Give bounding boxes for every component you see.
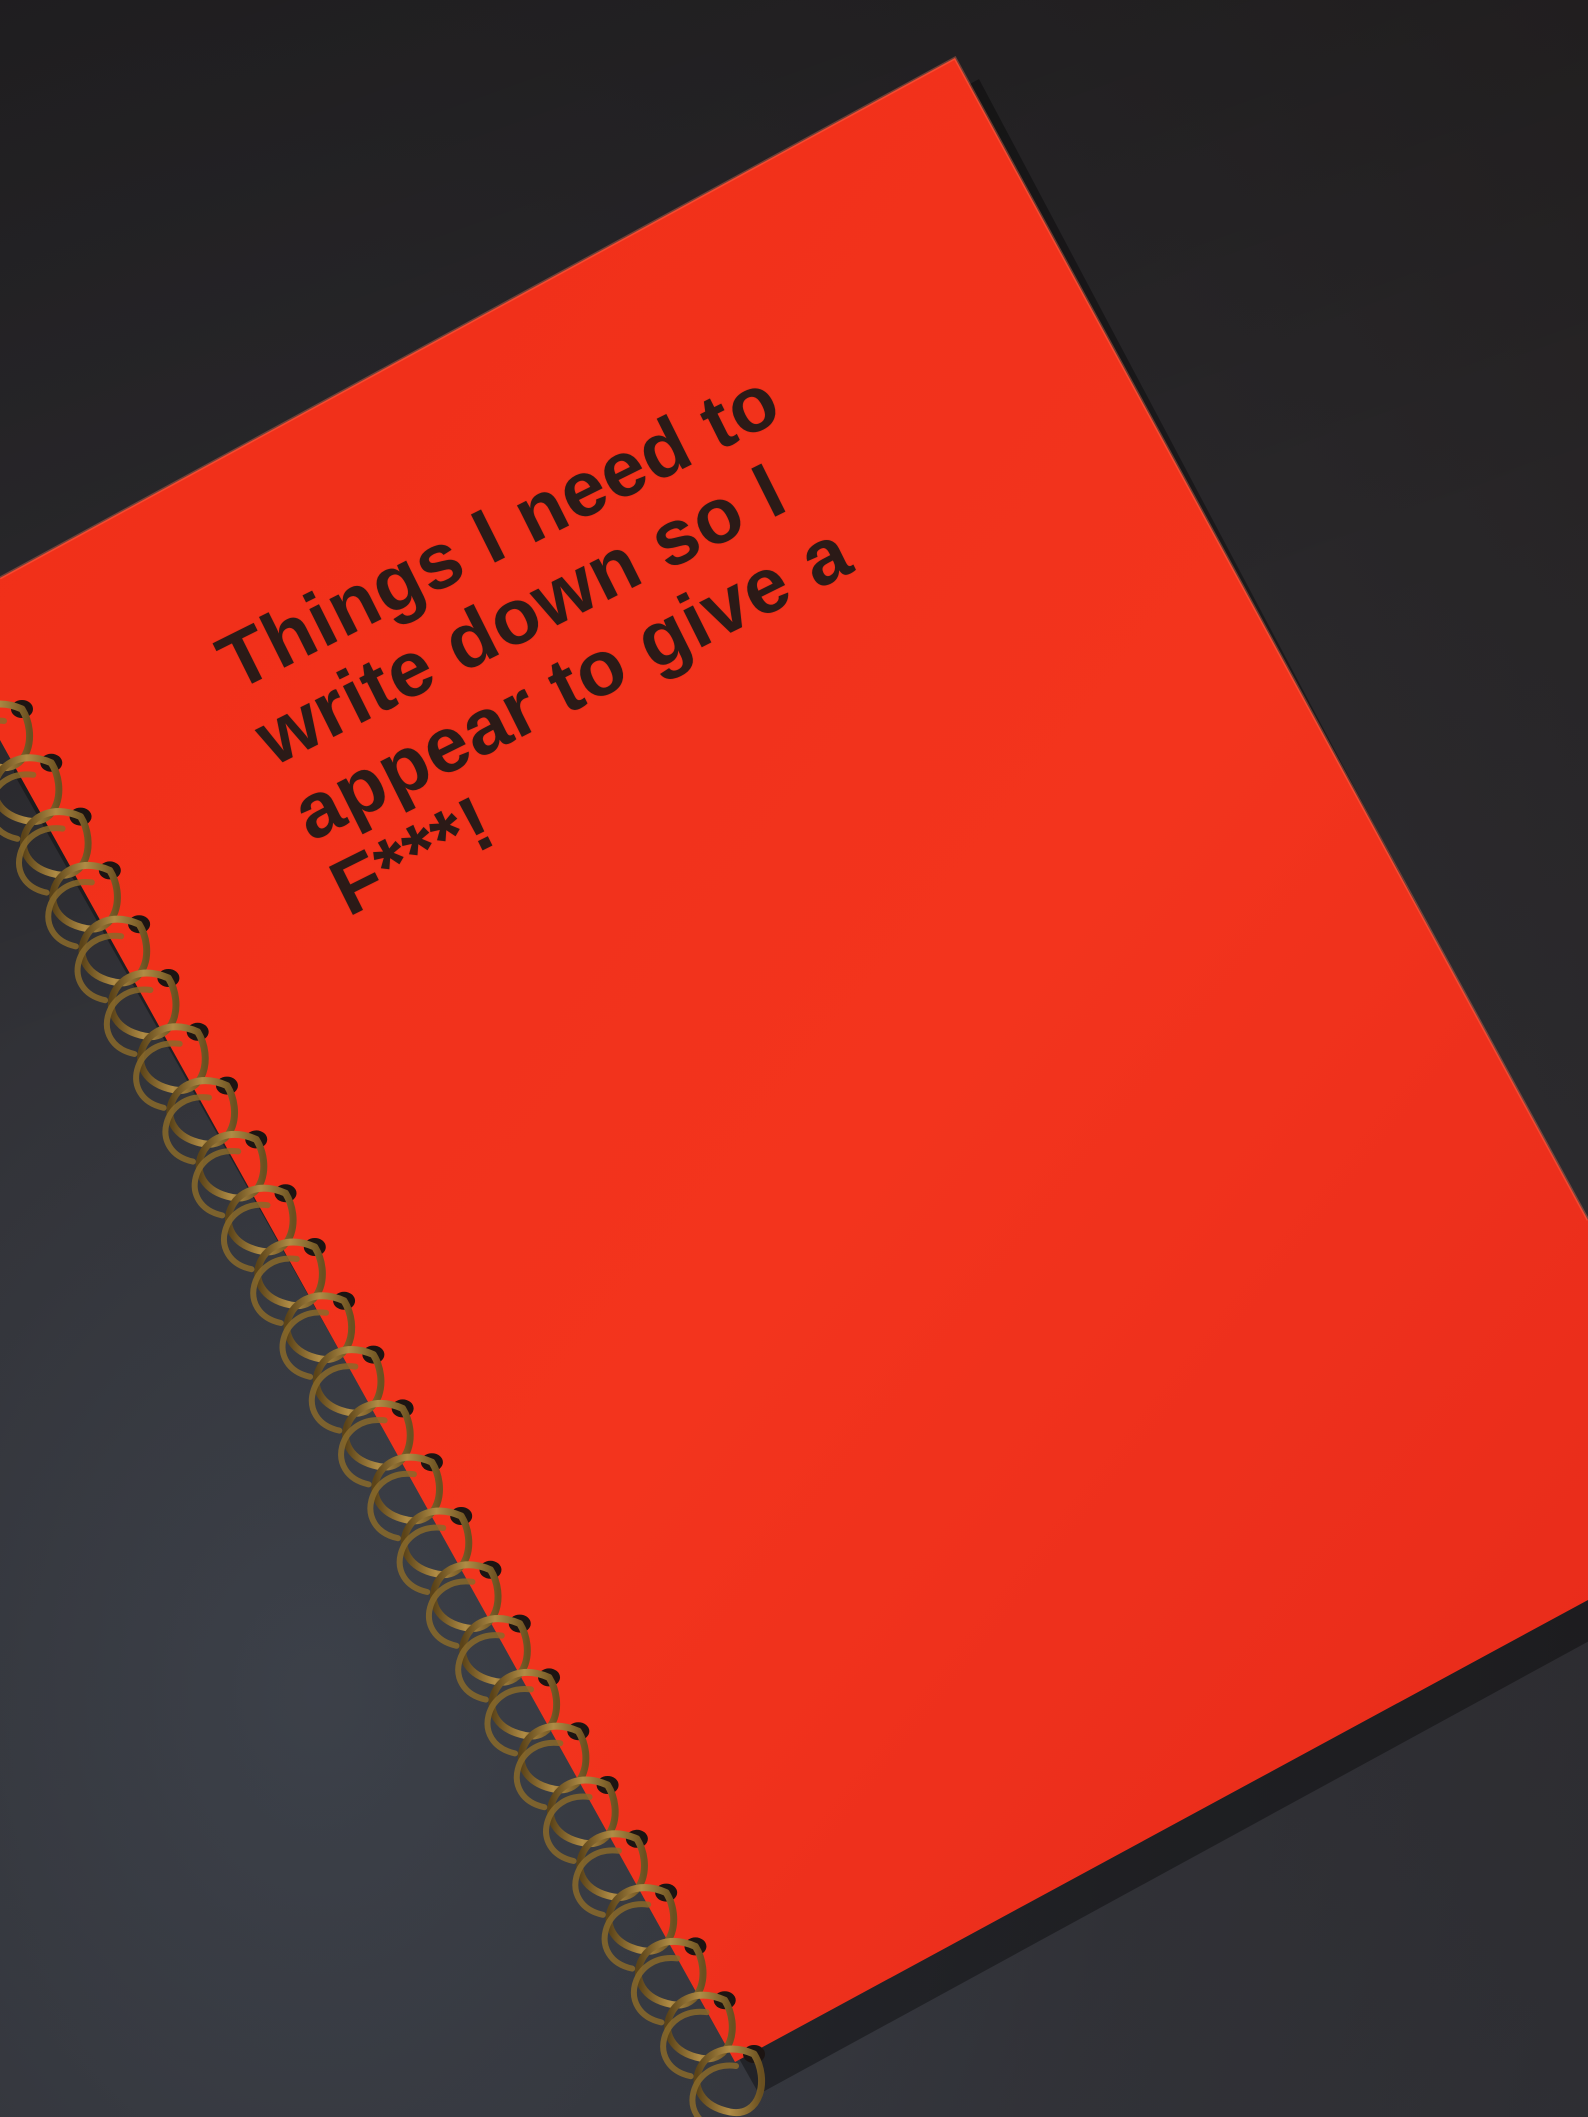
photo-scene: Things I need to write down so I appear … — [0, 0, 1588, 2117]
notebook-illustration — [0, 55, 1588, 2117]
